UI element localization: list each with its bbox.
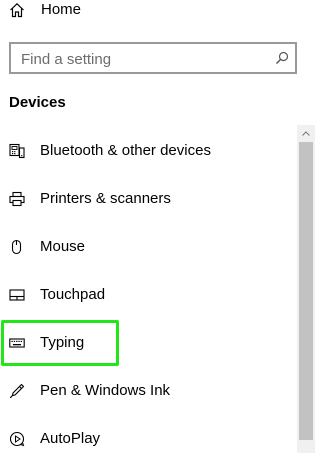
sidebar-item-label: AutoPlay — [40, 430, 101, 447]
bluetooth-devices-icon — [9, 143, 25, 159]
sidebar-item-label: Pen & Windows Ink — [40, 382, 171, 399]
sidebar-item-pen[interactable]: Pen & Windows Ink — [0, 369, 290, 413]
scrollbar-track — [297, 440, 315, 453]
home-label: Home — [41, 1, 82, 18]
sidebar-item-bluetooth[interactable]: Bluetooth & other devices — [0, 129, 290, 173]
search-icon[interactable] — [275, 51, 289, 65]
printer-icon — [9, 191, 25, 207]
settings-devices-pane: Home Devices Bluetooth & other devices — [0, 0, 315, 453]
sidebar-item-touchpad[interactable]: Touchpad — [0, 273, 290, 317]
chevron-up-icon — [302, 131, 310, 136]
scrollbar[interactable] — [297, 125, 315, 453]
sidebar-item-label: Touchpad — [40, 286, 106, 303]
scrollbar-thumb[interactable] — [299, 142, 313, 440]
sidebar-item-label: Bluetooth & other devices — [40, 142, 211, 159]
search-box[interactable] — [9, 42, 297, 74]
highlight-box — [1, 320, 119, 366]
touchpad-icon — [9, 289, 25, 301]
pen-icon — [9, 383, 25, 399]
home-nav-item[interactable]: Home — [0, 0, 297, 26]
sidebar-item-mouse[interactable]: Mouse — [0, 225, 290, 269]
sidebar-item-label: Mouse — [40, 238, 86, 255]
scroll-up-button[interactable] — [297, 125, 315, 142]
sidebar-item-label: Printers & scanners — [40, 190, 171, 207]
sidebar-item-autoplay[interactable]: AutoPlay — [0, 417, 290, 453]
home-icon — [10, 2, 24, 18]
mouse-icon — [11, 239, 22, 255]
search-input[interactable] — [21, 49, 271, 69]
autoplay-icon — [9, 431, 25, 447]
sidebar-item-printers[interactable]: Printers & scanners — [0, 177, 290, 221]
section-title: Devices — [9, 94, 66, 111]
